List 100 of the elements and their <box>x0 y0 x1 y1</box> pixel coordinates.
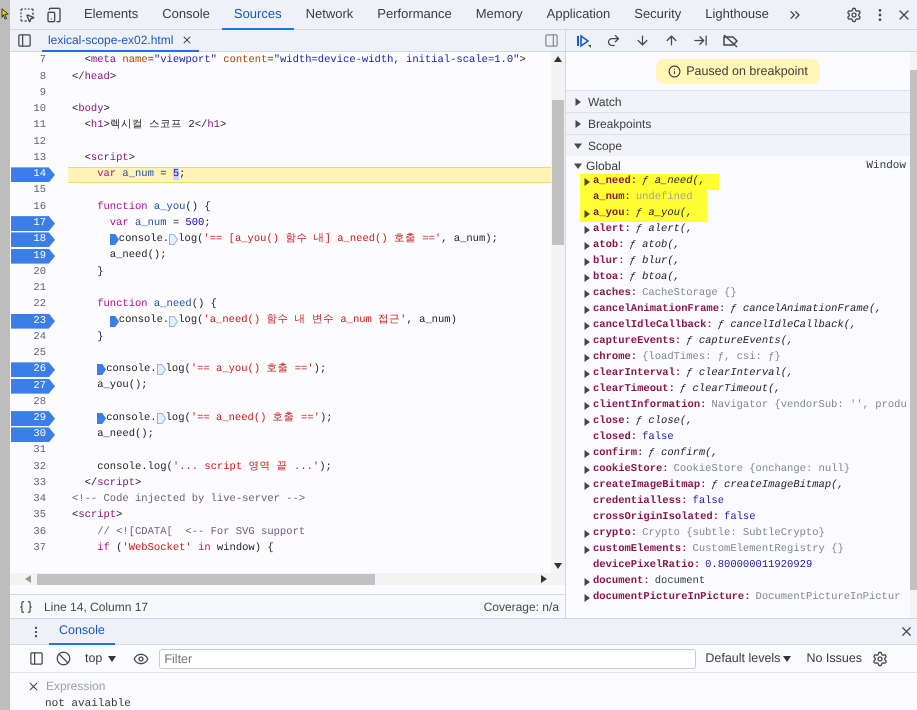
right-triangle-icon[interactable] <box>583 258 591 266</box>
right-triangle-icon[interactable] <box>583 450 591 458</box>
right-triangle-icon[interactable] <box>583 178 591 186</box>
settings-icon[interactable] <box>872 650 888 666</box>
breakpoint-marker-icon[interactable] <box>169 316 178 327</box>
debugger-toggle-icon[interactable] <box>544 33 559 48</box>
scrollbar-thumb[interactable] <box>37 574 375 584</box>
settings-icon[interactable] <box>846 6 862 22</box>
property-name[interactable]: customElements: <box>593 542 688 558</box>
property-name[interactable]: clientInformation: <box>593 398 706 414</box>
property-name[interactable]: document: <box>593 574 650 590</box>
property-name[interactable]: alert: <box>593 222 631 238</box>
remove-expression-icon[interactable] <box>27 680 40 692</box>
horizontal-scrollbar[interactable] <box>10 573 565 585</box>
levels-dropdown[interactable]: Default levels <box>705 649 792 668</box>
inspect-icon[interactable] <box>19 6 35 22</box>
breakpoint-marker[interactable]: 29 <box>11 411 55 426</box>
right-triangle-icon[interactable] <box>583 210 591 218</box>
right-triangle-icon[interactable] <box>583 546 591 554</box>
scroll-right-icon[interactable] <box>541 575 547 583</box>
breakpoint-marker[interactable]: 27 <box>11 378 55 394</box>
panel-tab[interactable]: Memory <box>464 0 535 30</box>
breakpoint-marker-icon[interactable] <box>169 234 178 246</box>
section-header[interactable]: Watch <box>566 90 910 112</box>
step-over-icon[interactable] <box>606 33 621 48</box>
scrollbar-thumb[interactable] <box>552 100 564 245</box>
live-expression-icon[interactable] <box>133 650 150 666</box>
down-triangle-icon[interactable] <box>574 142 582 150</box>
property-name[interactable]: crossOriginIsolated: <box>593 510 720 526</box>
right-triangle-icon[interactable] <box>583 354 591 362</box>
pretty-print-icon[interactable] <box>19 600 33 614</box>
property-name[interactable]: clearInterval: <box>593 366 682 382</box>
deactivate-breakpoints-icon[interactable] <box>722 34 739 48</box>
property-name[interactable]: confirm: <box>593 446 644 462</box>
property-name[interactable]: blur: <box>593 254 625 270</box>
property-name[interactable]: atob: <box>593 238 625 254</box>
property-name[interactable]: close: <box>593 414 631 430</box>
property-name[interactable]: clearTimeout: <box>593 382 675 398</box>
property-name[interactable]: closed: <box>593 430 638 446</box>
section-header[interactable]: Scope <box>566 134 910 156</box>
right-triangle-icon[interactable] <box>583 402 591 410</box>
right-triangle-icon[interactable] <box>583 386 591 394</box>
property-name[interactable]: captureEvents: <box>593 334 682 350</box>
section-header[interactable]: Breakpoints <box>566 112 910 134</box>
property-name[interactable]: cancelAnimationFrame: <box>593 302 726 318</box>
panel-tab[interactable]: Application <box>534 0 622 30</box>
breakpoint-marker[interactable]: 14 <box>11 167 55 182</box>
breakpoint-marker[interactable]: 19 <box>11 248 55 264</box>
right-triangle-icon[interactable] <box>583 290 591 298</box>
breakpoint-marker-icon[interactable] <box>97 364 106 376</box>
context-dropdown[interactable]: top <box>85 649 116 668</box>
right-triangle-icon[interactable] <box>583 418 591 426</box>
right-triangle-icon[interactable] <box>583 338 591 346</box>
property-name[interactable]: cancelIdleCallback: <box>593 318 713 334</box>
property-name[interactable]: btoa: <box>593 270 625 286</box>
breakpoint-marker-icon[interactable] <box>110 316 119 327</box>
property-name[interactable]: caches: <box>593 286 638 302</box>
property-name[interactable]: chrome: <box>593 350 638 366</box>
filter-field[interactable]: Filter <box>159 648 696 668</box>
breakpoint-marker-icon[interactable] <box>156 364 166 376</box>
scroll-left-icon[interactable] <box>25 575 31 583</box>
breakpoint-marker[interactable]: 30 <box>11 427 55 442</box>
right-triangle-icon[interactable] <box>583 226 591 234</box>
breakpoint-marker[interactable]: 26 <box>11 362 55 378</box>
right-triangle-icon[interactable] <box>583 274 591 282</box>
issues-button[interactable]: No Issues <box>806 649 862 668</box>
property-name[interactable]: documentPictureInPicture: <box>593 590 751 606</box>
breakpoint-marker-icon[interactable] <box>110 234 119 246</box>
property-name[interactable]: crypto: <box>593 526 638 542</box>
property-name[interactable]: cookieStore: <box>593 462 669 478</box>
panel-tab[interactable]: Security <box>622 0 694 30</box>
property-name[interactable]: a_need: <box>593 174 638 190</box>
step-out-icon[interactable] <box>664 33 679 48</box>
right-triangle-icon[interactable] <box>583 322 591 330</box>
right-triangle-icon[interactable] <box>574 98 582 106</box>
resume-icon[interactable] <box>576 34 592 48</box>
vertical-scrollbar[interactable] <box>551 52 565 573</box>
scope-title[interactable]: Global <box>586 157 621 175</box>
property-name[interactable]: createImageBitmap: <box>593 478 706 494</box>
step-icon[interactable] <box>693 33 708 48</box>
right-triangle-icon[interactable] <box>583 466 591 474</box>
breakpoint-marker-icon[interactable] <box>97 413 106 424</box>
panel-tab[interactable]: Lighthouse <box>693 0 781 30</box>
sidebar-toggle-icon[interactable] <box>29 651 44 666</box>
device-icon[interactable] <box>46 6 62 22</box>
close-icon[interactable] <box>181 34 194 46</box>
breakpoint-marker-icon[interactable] <box>156 413 166 424</box>
expression-field[interactable]: Expression <box>46 677 246 695</box>
right-triangle-icon[interactable] <box>583 242 591 250</box>
right-triangle-icon[interactable] <box>583 530 591 538</box>
right-triangle-icon[interactable] <box>583 370 591 378</box>
property-name[interactable]: a_you: <box>593 206 631 222</box>
breakpoint-marker[interactable]: 18 <box>11 232 55 248</box>
property-name[interactable]: devicePixelRatio: <box>593 558 700 574</box>
panel-tab[interactable]: Performance <box>365 0 464 30</box>
right-triangle-icon[interactable] <box>583 594 591 602</box>
panel-tab[interactable]: Console <box>150 0 222 30</box>
scroll-down-icon[interactable] <box>554 563 562 569</box>
panel-tab[interactable]: Network <box>294 0 366 30</box>
right-triangle-icon[interactable] <box>583 482 591 490</box>
